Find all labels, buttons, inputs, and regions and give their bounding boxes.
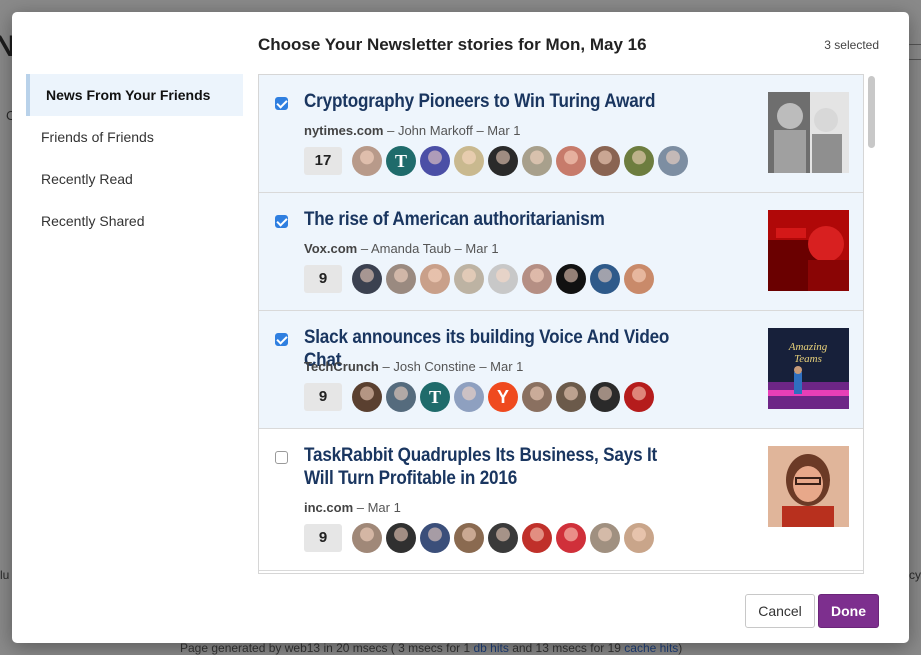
avatar[interactable] [590,523,620,553]
story-meta: inc.com – Mar 1 [304,500,401,515]
svg-text:Amazing: Amazing [788,341,828,353]
avatar[interactable] [522,523,552,553]
story-source: inc.com [304,500,354,515]
story-author-date: – Amanda Taub – Mar 1 [357,241,499,256]
avatar[interactable] [522,146,552,176]
avatar[interactable] [556,146,586,176]
story-item-partial[interactable] [259,571,863,573]
footer-text: ) [678,641,683,655]
avatar[interactable] [522,264,552,294]
background-button-fragment [907,44,921,60]
story-list[interactable]: Cryptography Pioneers to Win Turing Awar… [258,74,864,574]
story-source: Vox.com [304,241,358,256]
story-meta: nytimes.com – John Markoff – Mar 1 [304,123,521,138]
background-text-fragment: cy [909,568,921,582]
avatar[interactable] [624,382,654,412]
story-title[interactable]: Cryptography Pioneers to Win Turing Awar… [304,90,682,113]
story-checkbox[interactable] [275,333,288,346]
avatar[interactable] [420,264,450,294]
story-item[interactable]: TaskRabbit Quadruples Its Business, Says… [259,429,863,571]
story-item[interactable]: Cryptography Pioneers to Win Turing Awar… [259,75,863,193]
avatar[interactable] [522,382,552,412]
avatar[interactable]: Y [488,382,518,412]
cache-hits-link[interactable]: cache hits [624,641,678,655]
avatar[interactable] [556,264,586,294]
story-checkbox[interactable] [275,451,288,464]
sidebar-item-recently-shared[interactable]: Recently Shared [26,200,243,242]
story-meta: Vox.com – Amanda Taub – Mar 1 [304,241,499,256]
source-sidebar: News From Your Friends Friends of Friend… [26,74,243,242]
done-button[interactable]: Done [818,594,879,628]
story-checkbox[interactable] [275,215,288,228]
story-checkbox[interactable] [275,97,288,110]
share-count-badge: 9 [304,383,342,411]
avatar[interactable] [420,523,450,553]
avatar[interactable] [454,382,484,412]
sidebar-item-friends-of-friends[interactable]: Friends of Friends [26,116,243,158]
story-author-date: – John Markoff – Mar 1 [383,123,521,138]
sidebar-item-news-from-friends[interactable]: News From Your Friends [26,74,243,116]
story-list-scrollbar[interactable] [868,74,875,574]
avatar[interactable] [624,264,654,294]
avatar[interactable] [352,382,382,412]
story-source: TechCrunch [304,359,379,374]
cancel-button[interactable]: Cancel [745,594,815,628]
avatar[interactable] [624,523,654,553]
avatar[interactable] [556,523,586,553]
share-count-badge: 9 [304,265,342,293]
avatar[interactable] [352,146,382,176]
avatar[interactable] [590,382,620,412]
avatar[interactable] [454,523,484,553]
background-text-fragment: lu [0,568,10,582]
selected-count: 3 selected [824,38,879,52]
avatar[interactable] [624,146,654,176]
avatar[interactable] [590,146,620,176]
story-meta: TechCrunch – Josh Constine – Mar 1 [304,359,523,374]
footer-text: Page generated by web13 in 20 msecs ( 3 … [180,641,474,655]
friend-avatars [352,523,654,553]
avatar[interactable] [352,523,382,553]
share-count-badge: 17 [304,147,342,175]
story-title[interactable]: TaskRabbit Quadruples Its Business, Says… [304,444,682,490]
avatar[interactable]: T [420,382,450,412]
share-count-badge: 9 [304,524,342,552]
story-title[interactable]: The rise of American authoritarianism [304,208,682,231]
friend-avatars: T [352,146,688,176]
footer-text: and 13 msecs for 19 [508,641,625,655]
friend-avatars [352,264,654,294]
avatar[interactable]: T [386,146,416,176]
story-item[interactable]: The rise of American authoritarianism Vo… [259,193,863,311]
story-thumbnail[interactable] [768,210,849,291]
avatar[interactable] [488,146,518,176]
avatar[interactable] [420,146,450,176]
friend-avatars: T Y [352,382,654,412]
story-item[interactable]: Slack announces its building Voice And V… [259,311,863,429]
avatar[interactable] [658,146,688,176]
avatar[interactable] [386,382,416,412]
avatar[interactable] [590,264,620,294]
story-thumbnail[interactable] [768,92,849,173]
avatar[interactable] [488,264,518,294]
avatar[interactable] [556,382,586,412]
story-source: nytimes.com [304,123,384,138]
story-thumbnail[interactable]: Amazing Teams [768,328,849,409]
story-thumbnail[interactable] [768,446,849,527]
svg-text:Teams: Teams [794,353,822,365]
scrollbar-thumb[interactable] [868,76,875,148]
sidebar-item-recently-read[interactable]: Recently Read [26,158,243,200]
avatar[interactable] [454,264,484,294]
story-author-date: – Mar 1 [353,500,401,515]
newsletter-modal: Choose Your Newsletter stories for Mon, … [12,12,909,643]
story-author-date: – Josh Constine – Mar 1 [378,359,524,374]
avatar[interactable] [352,264,382,294]
avatar[interactable] [488,523,518,553]
db-hits-link[interactable]: db hits [474,641,509,655]
avatar[interactable] [386,264,416,294]
page-footer: Page generated by web13 in 20 msecs ( 3 … [180,641,682,655]
avatar[interactable] [454,146,484,176]
avatar[interactable] [386,523,416,553]
modal-title: Choose Your Newsletter stories for Mon, … [258,35,647,54]
